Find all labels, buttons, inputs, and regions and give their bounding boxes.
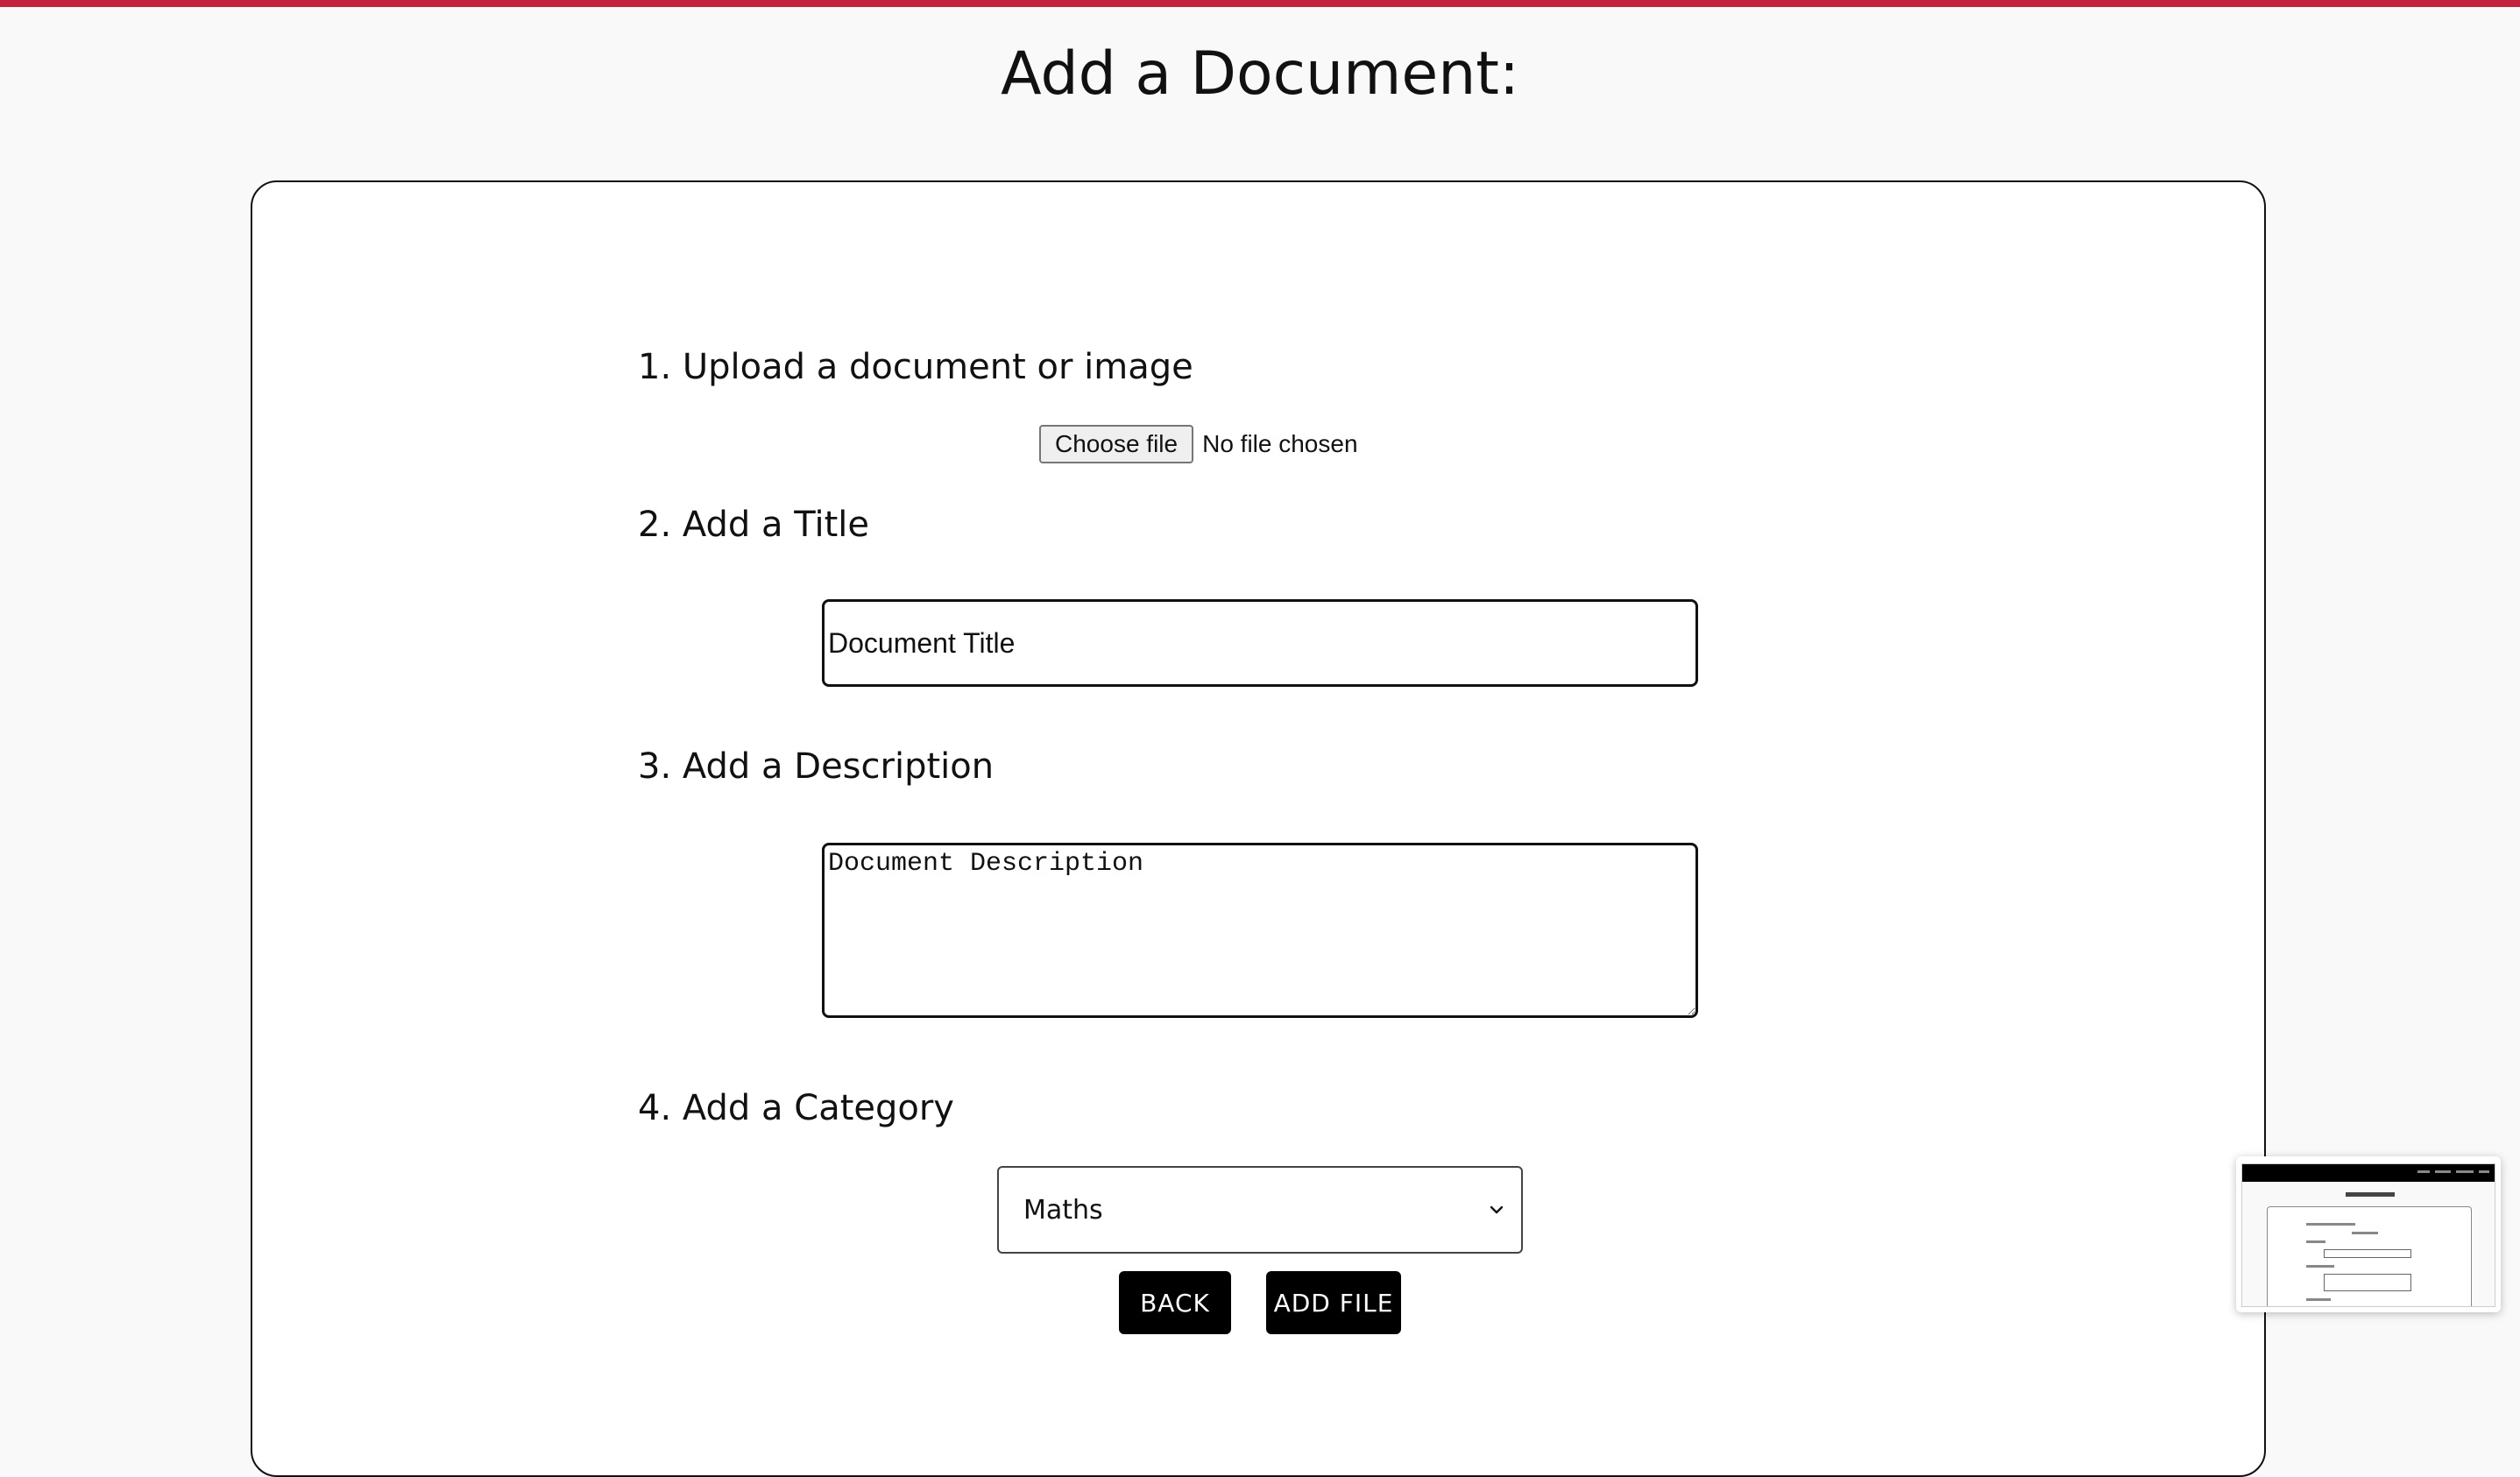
thumbnail-description-box: [2324, 1274, 2411, 1291]
step-description-label: 3. Add a Description: [638, 746, 995, 787]
thumbnail-step-line: [2306, 1265, 2334, 1268]
thumbnail-nav-link: [2456, 1170, 2474, 1173]
thumbnail-step-line: [2306, 1240, 2325, 1243]
top-accent-bar: [0, 0, 2520, 7]
thumbnail-title-box: [2324, 1249, 2411, 1258]
page-preview-thumbnail[interactable]: [2236, 1156, 2501, 1312]
category-select[interactable]: Maths: [997, 1166, 1523, 1254]
step-category-label: 4. Add a Category: [638, 1088, 954, 1128]
thumbnail-navbar: [2242, 1164, 2495, 1182]
file-status-text: No file chosen: [1202, 430, 1358, 457]
thumbnail-nav-link: [2479, 1170, 2489, 1173]
document-title-input[interactable]: [822, 599, 1698, 687]
thumbnail-step-line: [2306, 1223, 2355, 1226]
form-card: 1. Upload a document or image 2. Add a T…: [251, 180, 2266, 1477]
page-title: Add a Document:: [1001, 39, 1519, 109]
thumbnail-nav-link: [2417, 1170, 2430, 1173]
thumbnail-nav-link: [2435, 1170, 2451, 1173]
document-description-textarea[interactable]: [822, 843, 1698, 1018]
thumbnail-step-line: [2306, 1298, 2331, 1301]
choose-file-button[interactable]: Choose file: [1039, 425, 1194, 463]
thumbnail-title: [2346, 1192, 2395, 1197]
thumbnail-file-line: [2352, 1232, 2378, 1234]
step-title-label: 2. Add a Title: [638, 505, 869, 545]
back-button[interactable]: BACK: [1119, 1271, 1231, 1334]
category-selected-value: Maths: [1023, 1194, 1103, 1226]
file-upload-control: Choose file No file chosen: [1039, 424, 1358, 464]
step-upload-label: 1. Upload a document or image: [638, 347, 1193, 387]
thumbnail-form-card: [2267, 1206, 2472, 1306]
add-file-button[interactable]: ADD FILE: [1266, 1271, 1401, 1334]
chevron-down-icon: [1490, 1205, 1504, 1214]
thumbnail-page: [2241, 1163, 2495, 1307]
